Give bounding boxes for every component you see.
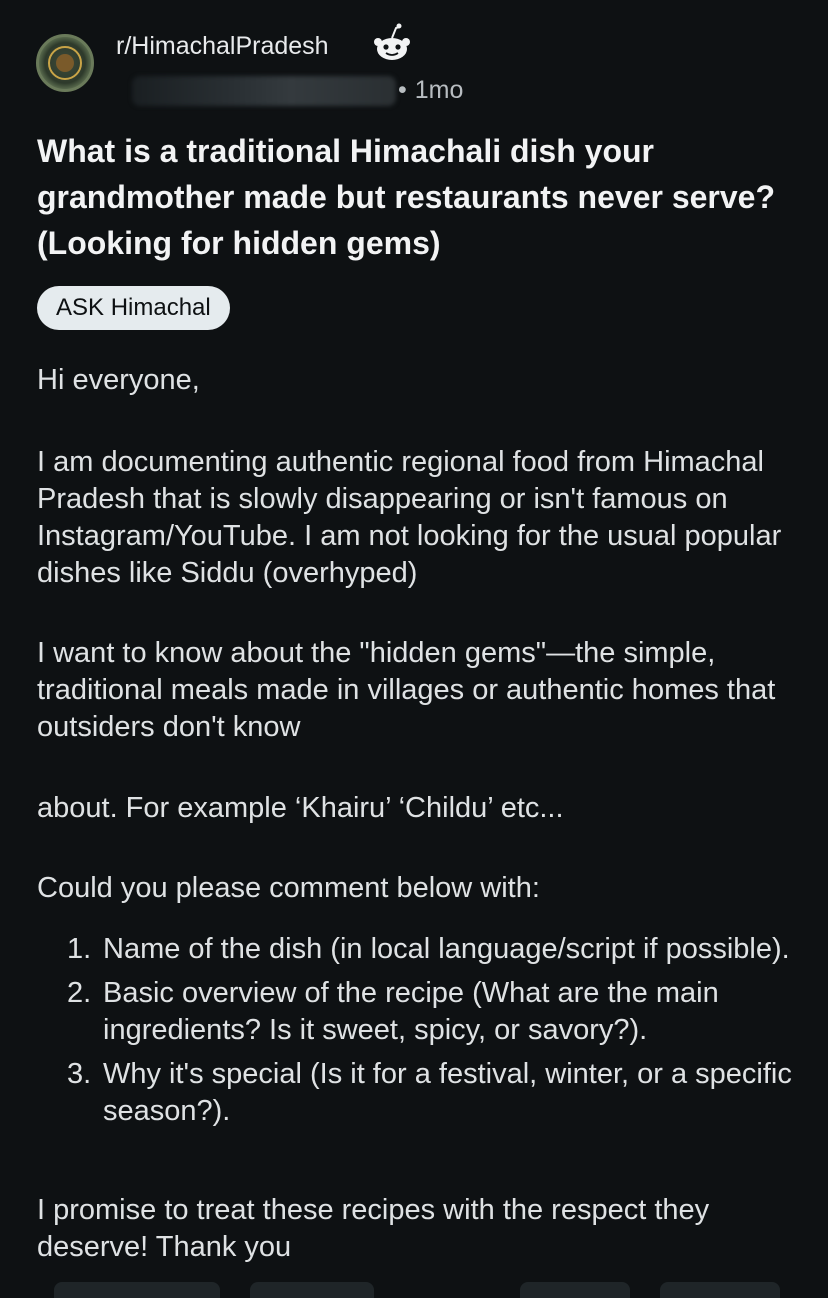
share-pill[interactable] <box>660 1282 780 1298</box>
list-item-text: Name of the dish (in local language/scri… <box>103 933 790 965</box>
post-title[interactable]: What is a traditional Himachali dish you… <box>37 128 797 266</box>
subreddit-avatar[interactable] <box>36 34 94 92</box>
post-age: 1mo <box>414 76 464 104</box>
list-item-number: 2. <box>67 977 92 1009</box>
action-bar-edge <box>0 1282 828 1298</box>
snoo-icon <box>374 23 410 60</box>
vote-pill[interactable] <box>54 1282 220 1298</box>
post-meta: • 1mo <box>398 76 463 105</box>
body-paragraph-documenting: I am documenting authentic regional food… <box>37 446 782 589</box>
list-item-number: 3. <box>67 1058 92 1090</box>
list-item: 3. Why it's special (Is it for a festiva… <box>37 1056 797 1130</box>
post-header: r/HimachalPradesh • 1mo <box>36 23 796 106</box>
body-paragraph-about: about. For example ‘Khairu’ ‘Childu’ etc… <box>37 792 564 824</box>
meta-separator: • <box>398 76 407 104</box>
body-paragraph-want: I want to know about the "hidden gems"—t… <box>37 637 776 743</box>
comment-pill[interactable] <box>250 1282 374 1298</box>
list-item: 1. Name of the dish (in local language/s… <box>37 931 797 968</box>
subreddit-name[interactable]: r/HimachalPradesh <box>116 32 329 61</box>
list-item-number: 1. <box>67 933 92 965</box>
body-greeting: Hi everyone, <box>37 364 200 396</box>
post-flair[interactable]: ASK Himachal <box>37 286 230 330</box>
redacted-username <box>132 76 396 106</box>
list-item-text: Why it's special (Is it for a festival, … <box>103 1058 792 1127</box>
list-item-text: Basic overview of the recipe (What are t… <box>103 977 719 1046</box>
avatar-emblem <box>56 54 74 72</box>
list-item: 2. Basic overview of the recipe (What ar… <box>37 975 797 1049</box>
body-paragraph-promise: I promise to treat these recipes with th… <box>37 1194 710 1263</box>
body-paragraph-could: Could you please comment below with: <box>37 872 540 904</box>
award-pill[interactable] <box>520 1282 630 1298</box>
request-list: 1. Name of the dish (in local language/s… <box>37 931 797 1137</box>
post-card: r/HimachalPradesh • 1mo What is a traditi… <box>0 0 828 1298</box>
